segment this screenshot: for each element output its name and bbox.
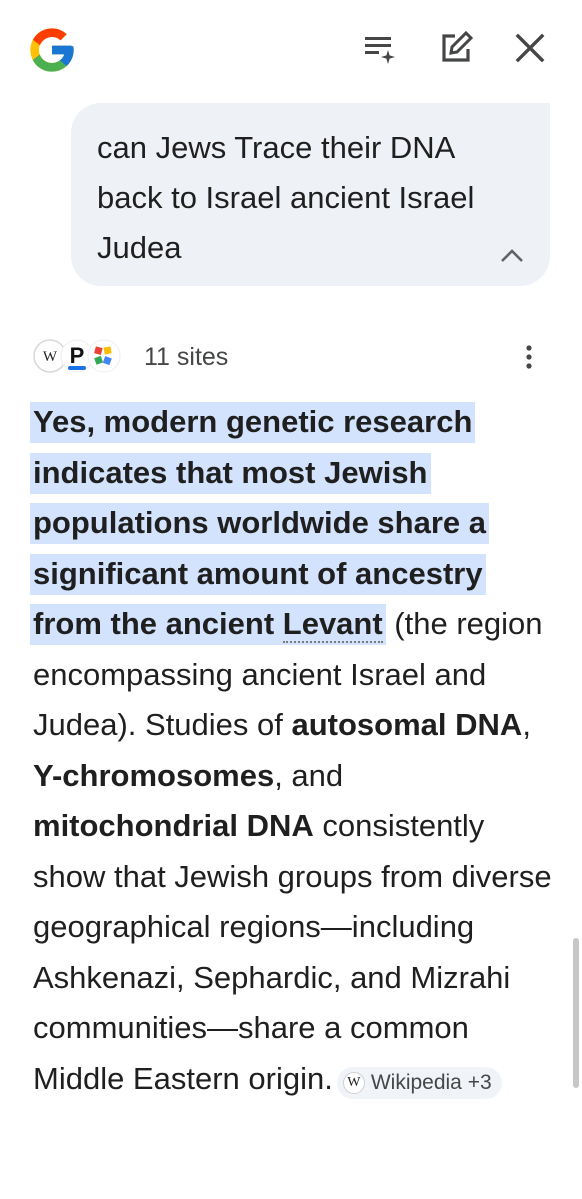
sources-count[interactable]: 11 sites [144, 341, 228, 373]
answer-bold-autosomal: autosomal DNA [291, 707, 523, 742]
top-bar [0, 0, 582, 100]
citation-label: Wikipedia +3 [370, 1070, 492, 1094]
more-vert-icon[interactable] [516, 342, 542, 372]
svg-text:P: P [70, 343, 85, 368]
edit-icon[interactable] [438, 30, 474, 66]
wikipedia-icon: W [342, 1071, 365, 1094]
citation-chip[interactable]: W Wikipedia +3 [336, 1066, 502, 1099]
levant-link[interactable]: Levant [282, 606, 383, 643]
answer-text-4: consistently show that Jewish groups fro… [33, 808, 552, 1096]
list-sparkle-icon[interactable] [362, 30, 398, 66]
answer-bold-y-chromosomes: Y-chromosomes [33, 757, 275, 793]
ai-answer-text: Yes, modern genetic research indicates t… [30, 397, 553, 1104]
colorful-site-icon [87, 339, 121, 373]
answer-text-2: , [522, 707, 531, 742]
svg-text:W: W [43, 349, 58, 365]
user-query-text: can Jews Trace their DNA back to Israel … [97, 130, 475, 265]
sources-row[interactable]: W P 11 sites [33, 336, 553, 376]
source-favicons: W P [33, 339, 121, 373]
scrollbar[interactable] [573, 938, 579, 1088]
chevron-up-icon[interactable] [497, 241, 527, 271]
answer-bold-mitochondrial: mitochondrial DNA [33, 808, 314, 843]
answer-text-3: , and [274, 757, 344, 793]
user-query-bubble[interactable]: can Jews Trace their DNA back to Israel … [71, 103, 550, 286]
close-icon[interactable] [512, 30, 548, 66]
google-g-icon[interactable] [26, 24, 78, 76]
